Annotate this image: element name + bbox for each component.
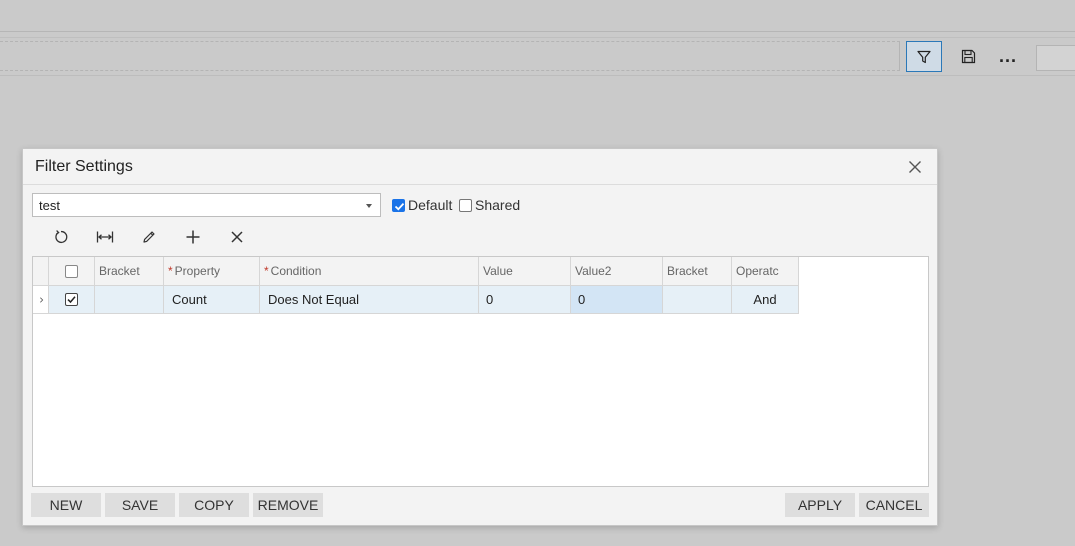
table-row[interactable]: Count Does Not Equal 0 0 And	[33, 286, 799, 314]
cell-value2[interactable]: 0	[571, 286, 663, 313]
save-button[interactable]: SAVE	[105, 493, 175, 517]
column-header[interactable]: Value	[479, 257, 571, 285]
edit-button[interactable]	[127, 225, 171, 249]
filter-name-value: test	[39, 198, 60, 213]
column-header[interactable]: Bracket	[663, 257, 732, 285]
select-all-column	[49, 257, 95, 285]
more-button[interactable]: ...	[990, 41, 1026, 72]
dialog-title: Filter Settings	[35, 158, 133, 175]
row-select-checkbox[interactable]	[65, 293, 78, 306]
cancel-button[interactable]: CANCEL	[859, 493, 929, 517]
column-header[interactable]: Operatc	[732, 257, 799, 285]
cell-operator[interactable]: And	[732, 286, 799, 313]
cell-value[interactable]: 0	[479, 286, 571, 313]
chevron-down-icon[interactable]	[366, 204, 372, 208]
column-header-label: Bracket	[99, 264, 140, 278]
select-all-checkbox[interactable]	[65, 264, 78, 278]
divider	[0, 37, 1075, 38]
cell-value: 0	[578, 292, 586, 307]
cell-value: Does Not Equal	[268, 292, 360, 307]
cell-value: And	[753, 292, 777, 307]
toolbar-strip	[0, 41, 900, 71]
shared-toggle[interactable]: Shared	[459, 197, 520, 213]
divider	[0, 31, 1075, 32]
shared-checkbox[interactable]	[459, 198, 472, 212]
column-header-label: Bracket	[667, 264, 708, 278]
grid-header: Bracket * Property * Condition Value Value…	[33, 257, 799, 286]
filter-name-select[interactable]: test	[32, 193, 381, 217]
filter-icon	[917, 50, 931, 63]
row-indicator-header	[33, 257, 49, 285]
cell-condition[interactable]: Does Not Equal	[260, 286, 479, 313]
grid-toolbar	[39, 225, 259, 249]
edit-icon	[143, 231, 155, 243]
refresh-button[interactable]	[39, 225, 83, 249]
cell-bracket-open[interactable]	[95, 286, 164, 313]
fit-columns-button[interactable]	[83, 225, 127, 249]
copy-button[interactable]: COPY	[179, 493, 249, 517]
default-label: Default	[408, 197, 453, 213]
delete-icon	[231, 231, 243, 243]
new-button[interactable]: NEW	[31, 493, 101, 517]
column-header-label: Value2	[575, 264, 612, 278]
search-input[interactable]	[1036, 45, 1075, 71]
default-toggle[interactable]: Default	[392, 197, 452, 213]
add-row-button[interactable]	[171, 225, 215, 249]
required-marker: *	[168, 264, 173, 278]
row-select-cell	[49, 286, 95, 313]
refresh-icon	[55, 230, 68, 244]
apply-button[interactable]: APPLY	[785, 493, 855, 517]
conditions-grid: Bracket * Property * Condition Value Value…	[32, 256, 929, 487]
default-checkbox[interactable]	[392, 198, 405, 212]
column-header-label: Value	[483, 264, 513, 278]
chevron-right-icon[interactable]	[33, 294, 45, 306]
close-icon[interactable]	[907, 159, 923, 175]
column-header-label: Property	[174, 264, 221, 278]
column-header[interactable]: * Condition	[260, 257, 479, 285]
more-icon: ...	[998, 46, 1017, 66]
divider	[0, 75, 1075, 76]
save-icon	[961, 49, 975, 64]
required-marker: *	[264, 264, 269, 278]
row-expand[interactable]	[33, 286, 49, 313]
add-icon	[186, 230, 200, 244]
delete-row-button[interactable]	[215, 225, 259, 249]
fit-columns-icon	[96, 231, 114, 243]
remove-button[interactable]: REMOVE	[253, 493, 323, 517]
save-layout-button[interactable]	[950, 41, 986, 72]
column-header-label: Condition	[270, 264, 322, 278]
column-header-label: Operatc	[736, 264, 779, 278]
shared-label: Shared	[475, 197, 521, 213]
column-header[interactable]: Bracket	[95, 257, 164, 285]
column-header[interactable]: * Property	[164, 257, 260, 285]
cell-bracket-close[interactable]	[663, 286, 732, 313]
dialog-header: Filter Settings	[23, 149, 937, 185]
cell-property[interactable]: Count	[164, 286, 260, 313]
cell-value: Count	[172, 292, 207, 307]
page-background: ... Filter Settings test Default Shared	[0, 0, 1075, 546]
filter-settings-dialog: Filter Settings test Default Shared Brac…	[22, 148, 938, 526]
column-header[interactable]: Value2	[571, 257, 663, 285]
cell-value: 0	[486, 292, 494, 307]
filter-button[interactable]	[906, 41, 942, 72]
